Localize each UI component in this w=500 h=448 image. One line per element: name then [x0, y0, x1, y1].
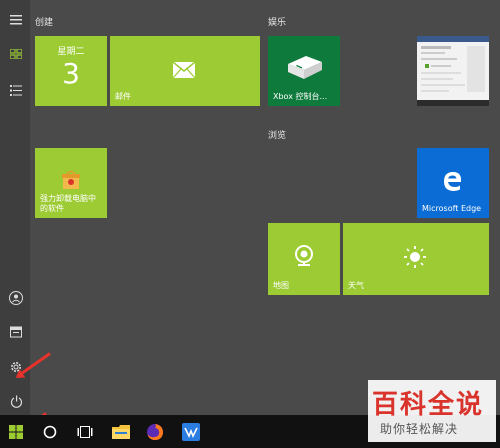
app-blue-square-icon [182, 423, 200, 441]
power-icon[interactable] [8, 393, 24, 409]
watermark-logo: 百科全说 助你轻松解决 [368, 380, 496, 442]
calendar-day-number: 3 [62, 57, 80, 90]
group-label-entertainment: 娱乐 [268, 18, 287, 28]
mail-tile[interactable]: 邮件 [110, 36, 260, 106]
cortana-circle-icon [43, 425, 57, 439]
edge-tile-label: Microsoft Edge [422, 204, 482, 213]
calendar-tile[interactable]: 星期二 3 [35, 36, 107, 106]
mail-tile-label: 邮件 [115, 92, 131, 101]
uninstaller-box-icon [62, 170, 80, 189]
pinned-tiles-icon[interactable] [8, 46, 24, 62]
edge-logo-icon [444, 172, 462, 191]
file-explorer-button[interactable] [108, 419, 134, 445]
firefox-icon [147, 424, 163, 440]
microsoft-edge-tile[interactable]: Microsoft Edge [417, 148, 489, 218]
folder-icon [112, 425, 130, 439]
weather-tile-label: 天气 [348, 281, 364, 290]
sun-icon [404, 246, 426, 268]
uninstall-software-tile[interactable]: 强力卸载电脑中 的软件 [35, 148, 107, 218]
group-label-create: 创建 [35, 18, 54, 28]
watermark-title: 百科全说 [372, 390, 485, 420]
weather-tile[interactable]: 天气 [343, 223, 489, 295]
window-preview-thumbnail [417, 36, 489, 106]
group-label-browse: 浏览 [268, 131, 287, 141]
xbox-tile-label: Xbox 控制台... [273, 92, 328, 101]
mail-envelope-icon [173, 62, 195, 78]
documents-icon[interactable] [8, 324, 24, 340]
windows-logo-icon [9, 425, 23, 439]
start-button[interactable] [3, 419, 29, 445]
watermark-subtitle: 助你轻松解决 [380, 422, 459, 436]
xbox-console-tile[interactable]: Xbox 控制台... [268, 36, 340, 106]
uninstall-tile-label: 强力卸载电脑中 的软件 [40, 194, 96, 213]
user-account-icon[interactable] [8, 290, 24, 306]
maps-tile-label: 地图 [273, 281, 289, 290]
task-view-button[interactable] [72, 419, 98, 445]
taskbar-app-button[interactable] [178, 419, 204, 445]
all-apps-list-icon[interactable] [8, 82, 24, 98]
maps-camera-pin-icon [295, 245, 313, 266]
hamburger-menu-icon[interactable] [8, 12, 24, 28]
start-left-rail [0, 0, 30, 415]
xbox-console-icon [288, 56, 322, 79]
start-tiles-panel: 创建 娱乐 浏览 星期二 3 邮件 Xbox 控制台... 强力卸载电脑中 的软… [30, 0, 500, 415]
cortana-search-button[interactable] [37, 419, 63, 445]
app-preview-tile[interactable] [417, 36, 489, 106]
task-view-icon [77, 426, 93, 438]
firefox-button[interactable] [142, 419, 168, 445]
calendar-weekday: 星期二 [57, 47, 85, 57]
maps-tile[interactable]: 地图 [268, 223, 340, 295]
